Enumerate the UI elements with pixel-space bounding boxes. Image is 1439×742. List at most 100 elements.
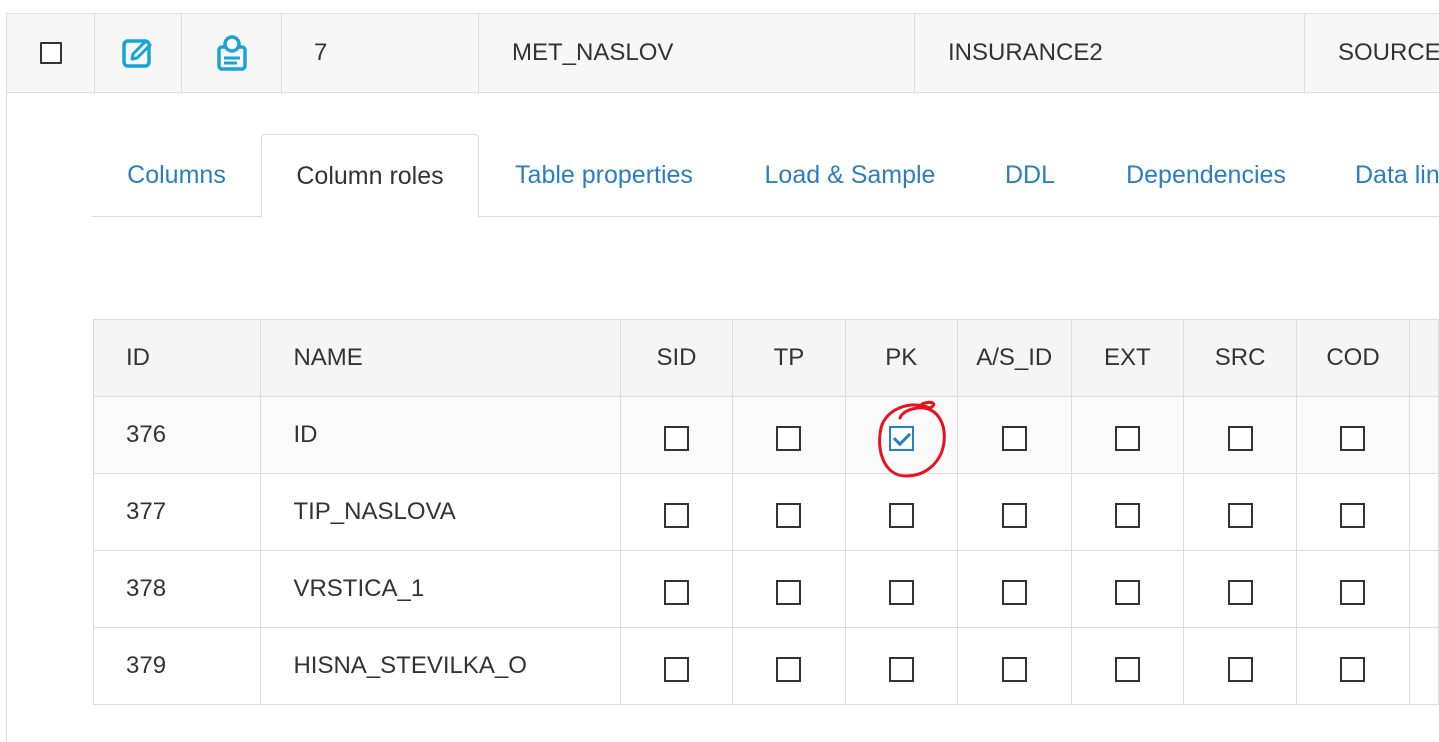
record-name: MET_NASLOV: [479, 14, 915, 92]
as-id-checkbox[interactable]: [1001, 426, 1027, 452]
cell-src: [1182, 473, 1298, 551]
cell-overflow: [1408, 396, 1439, 474]
cell-sid: [619, 550, 734, 628]
cell-name: VRSTICA_1: [260, 550, 621, 628]
table-row: 376 ID: [92, 396, 1439, 474]
header-as-id[interactable]: A/S_ID: [956, 319, 1072, 397]
cell-src: [1182, 550, 1298, 628]
pk-checkbox[interactable]: [888, 580, 914, 606]
cell-pk: [844, 550, 958, 628]
certificate-cell: [182, 14, 282, 92]
header-pk[interactable]: PK: [844, 319, 958, 397]
cell-sid: [619, 473, 734, 551]
edit-icon[interactable]: [121, 36, 155, 70]
ext-checkbox[interactable]: [1114, 426, 1140, 452]
pk-checkbox[interactable]: [888, 657, 914, 683]
edit-cell: [95, 14, 182, 92]
tab-ddl[interactable]: DDL: [971, 134, 1089, 216]
cell-id: 378: [92, 550, 262, 628]
cell-cod: [1296, 550, 1410, 628]
tp-checkbox[interactable]: [776, 503, 802, 529]
cell-cod: [1296, 396, 1410, 474]
cell-as-id: [956, 627, 1072, 705]
cell-cod: [1296, 627, 1410, 705]
tab-columns[interactable]: Columns: [92, 134, 261, 216]
table-header-row: ID NAME SID TP PK A/S_ID EXT SRC COD: [92, 319, 1439, 397]
pk-checkbox[interactable]: [888, 503, 914, 529]
cell-as-id: [956, 550, 1072, 628]
cell-name: TIP_NASLOVA: [260, 473, 621, 551]
cell-overflow: [1408, 473, 1439, 551]
cod-checkbox[interactable]: [1340, 580, 1366, 606]
header-sid[interactable]: SID: [619, 319, 734, 397]
header-overflow: [1408, 319, 1439, 397]
tp-checkbox[interactable]: [776, 657, 802, 683]
cell-id: 377: [92, 473, 262, 551]
column-roles-table: ID NAME SID TP PK A/S_ID EXT SRC COD 376…: [92, 319, 1439, 705]
ext-checkbox[interactable]: [1114, 503, 1140, 529]
record-database: INSURANCE2: [915, 14, 1305, 92]
cell-src: [1182, 396, 1298, 474]
tab-table-properties[interactable]: Table properties: [479, 134, 729, 216]
header-ext[interactable]: EXT: [1070, 319, 1184, 397]
cell-ext: [1070, 627, 1184, 705]
cell-pk: [844, 396, 958, 474]
row-select-checkbox[interactable]: [39, 42, 62, 64]
row-select-cell: [7, 14, 95, 92]
tp-checkbox[interactable]: [776, 426, 802, 452]
table-row: 378 VRSTICA_1: [92, 550, 1439, 628]
sid-checkbox[interactable]: [663, 426, 689, 452]
record-type: SOURCE: [1338, 39, 1439, 66]
cell-tp: [732, 473, 846, 551]
panel-left-border: [6, 92, 7, 742]
cell-overflow: [1408, 627, 1439, 705]
ext-checkbox[interactable]: [1114, 657, 1140, 683]
pk-checkbox[interactable]: [888, 426, 914, 452]
header-src[interactable]: SRC: [1182, 319, 1298, 397]
header-tp[interactable]: TP: [732, 319, 846, 397]
table-row: 379 HISNA_STEVILKA_O: [92, 627, 1439, 705]
sid-checkbox[interactable]: [663, 503, 689, 529]
cell-pk: [844, 473, 958, 551]
src-checkbox[interactable]: [1227, 657, 1253, 683]
header-cod[interactable]: COD: [1296, 319, 1410, 397]
cell-ext: [1070, 473, 1184, 551]
cell-sid: [619, 396, 734, 474]
as-id-checkbox[interactable]: [1001, 657, 1027, 683]
sid-checkbox[interactable]: [663, 580, 689, 606]
record-row: 7 MET_NASLOV INSURANCE2 SOURCE: [6, 13, 1439, 93]
cell-as-id: [956, 396, 1072, 474]
src-checkbox[interactable]: [1227, 503, 1253, 529]
cell-id: 379: [92, 627, 262, 705]
tab-bar: Columns Column roles Table properties Lo…: [92, 134, 1439, 218]
sid-checkbox[interactable]: [663, 657, 689, 683]
src-checkbox[interactable]: [1227, 426, 1253, 452]
cell-overflow: [1408, 550, 1439, 628]
tp-checkbox[interactable]: [776, 580, 802, 606]
certificate-icon[interactable]: [213, 34, 251, 72]
cell-ext: [1070, 396, 1184, 474]
as-id-checkbox[interactable]: [1001, 580, 1027, 606]
cell-sid: [619, 627, 734, 705]
src-checkbox[interactable]: [1227, 580, 1253, 606]
cell-cod: [1296, 473, 1410, 551]
tab-column-roles[interactable]: Column roles: [261, 134, 479, 218]
cod-checkbox[interactable]: [1340, 426, 1366, 452]
cod-checkbox[interactable]: [1340, 657, 1366, 683]
ext-checkbox[interactable]: [1114, 580, 1140, 606]
cell-src: [1182, 627, 1298, 705]
cell-as-id: [956, 473, 1072, 551]
cod-checkbox[interactable]: [1340, 503, 1366, 529]
record-number: 7: [282, 14, 479, 92]
tab-dependencies[interactable]: Dependencies: [1089, 134, 1323, 216]
as-id-checkbox[interactable]: [1001, 503, 1027, 529]
cell-name: ID: [260, 396, 621, 474]
tab-load-sample[interactable]: Load & Sample: [729, 134, 971, 216]
cell-tp: [732, 550, 846, 628]
tab-data-lineage[interactable]: Data lineage: [1323, 134, 1439, 216]
header-name[interactable]: NAME: [260, 319, 621, 397]
header-id[interactable]: ID: [92, 319, 262, 397]
table-row: 377 TIP_NASLOVA: [92, 473, 1439, 551]
cell-tp: [732, 627, 846, 705]
cell-ext: [1070, 550, 1184, 628]
